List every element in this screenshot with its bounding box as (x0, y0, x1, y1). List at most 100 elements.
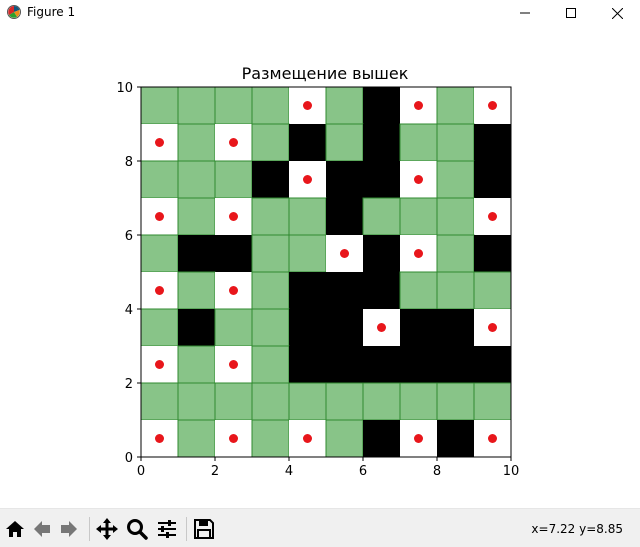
tower-marker (414, 249, 423, 258)
grid-cell-green (214, 382, 253, 421)
grid-cell-green (177, 271, 216, 310)
y-tick-label: 4 (125, 303, 133, 318)
maximize-icon (566, 8, 576, 18)
grid-cell-green (251, 234, 290, 273)
grid-cell-green (399, 271, 438, 310)
pan-button[interactable] (94, 516, 120, 542)
x-tick-label: 2 (211, 464, 219, 479)
tower-marker (303, 175, 312, 184)
zoom-icon (127, 519, 148, 540)
grid-cell-green (436, 123, 475, 162)
grid-cell-green (140, 86, 179, 125)
grid-cell-green (399, 123, 438, 162)
matplotlib-icon (6, 4, 22, 20)
grid-cell-green (436, 197, 475, 236)
grid-cell-green (251, 308, 290, 347)
x-tick-label: 4 (285, 464, 293, 479)
grid-cell-green (473, 271, 512, 310)
grid-cell-black (289, 309, 326, 346)
tower-marker (303, 434, 312, 443)
y-tick-label: 6 (125, 229, 133, 244)
grid-cell-black (326, 198, 363, 235)
minimize-button[interactable] (502, 0, 548, 26)
grid-cell-green (251, 382, 290, 421)
grid-cell-green (177, 123, 216, 162)
grid-cell-black (326, 346, 363, 383)
maximize-button[interactable] (548, 0, 594, 26)
tower-marker (155, 286, 164, 295)
grid-cell-green (214, 86, 253, 125)
grid-cell-green (177, 419, 216, 458)
forward-button[interactable] (56, 516, 82, 542)
grid-cell-green (214, 308, 253, 347)
tower-marker (414, 175, 423, 184)
grid-cell-black (363, 346, 400, 383)
tower-marker (340, 249, 349, 258)
y-tick-label: 8 (125, 155, 133, 170)
grid-cell-green (140, 382, 179, 421)
grid-cell-green (177, 382, 216, 421)
grid-cell-black (252, 161, 289, 198)
grid-cell-black (400, 309, 437, 346)
cells-layer (140, 86, 512, 458)
tower-marker (414, 101, 423, 110)
grid-cell-black (400, 346, 437, 383)
grid-cell-green (436, 160, 475, 199)
forward-icon (61, 521, 77, 537)
configure-subplots-button[interactable] (154, 516, 180, 542)
grid-cell-green (177, 86, 216, 125)
grid-cell-black (326, 309, 363, 346)
back-icon (34, 521, 50, 537)
x-tick-label: 0 (137, 464, 145, 479)
grid-cell-green (325, 382, 364, 421)
tower-marker (303, 101, 312, 110)
toolbar-separator (89, 517, 90, 541)
home-icon (6, 521, 24, 537)
grid-cell-green (251, 419, 290, 458)
save-button[interactable] (191, 516, 217, 542)
tower-marker (155, 138, 164, 147)
grid-cell-green (399, 197, 438, 236)
grid-cell-black (326, 161, 363, 198)
grid-cell-green (140, 308, 179, 347)
grid-cell-green (325, 123, 364, 162)
chart-title: Размещение вышек (242, 64, 409, 83)
grid-cell-black (215, 235, 252, 272)
grid-cell-green (251, 86, 290, 125)
tower-marker (229, 212, 238, 221)
tower-marker (155, 360, 164, 369)
back-button[interactable] (29, 516, 55, 542)
grid-cell-black (474, 161, 511, 198)
grid-cell-black (437, 346, 474, 383)
grid-cell-black (289, 346, 326, 383)
grid-cell-black (363, 420, 400, 457)
toolbar-separator (186, 517, 187, 541)
grid-cell-green (399, 382, 438, 421)
grid-cell-green (177, 197, 216, 236)
tower-marker (488, 434, 497, 443)
tower-marker (229, 138, 238, 147)
home-button[interactable] (2, 516, 28, 542)
x-tick-label: 8 (433, 464, 441, 479)
configure-subplots-icon (158, 520, 176, 538)
tower-marker (488, 101, 497, 110)
window-titlebar: Figure 1 (0, 0, 640, 26)
grid-cell-green (436, 382, 475, 421)
y-tick-label: 2 (125, 377, 133, 392)
tower-marker (488, 212, 497, 221)
grid-cell-black (363, 272, 400, 309)
y-tick-label: 0 (125, 451, 133, 466)
grid-cell-green (140, 160, 179, 199)
tower-marker (229, 360, 238, 369)
grid-cell-green (251, 271, 290, 310)
grid-cell-green (288, 234, 327, 273)
y-tick-label: 10 (116, 81, 133, 96)
close-button[interactable] (594, 0, 640, 26)
figure-canvas[interactable]: Размещение вышек 0 2 4 6 8 10 0 2 4 6 8 10 (0, 26, 640, 508)
grid-cell-black (437, 309, 474, 346)
zoom-button[interactable] (124, 516, 150, 542)
save-icon (194, 519, 214, 539)
tower-marker (414, 434, 423, 443)
grid-cell-green (177, 345, 216, 384)
grid-cell-black (474, 346, 511, 383)
